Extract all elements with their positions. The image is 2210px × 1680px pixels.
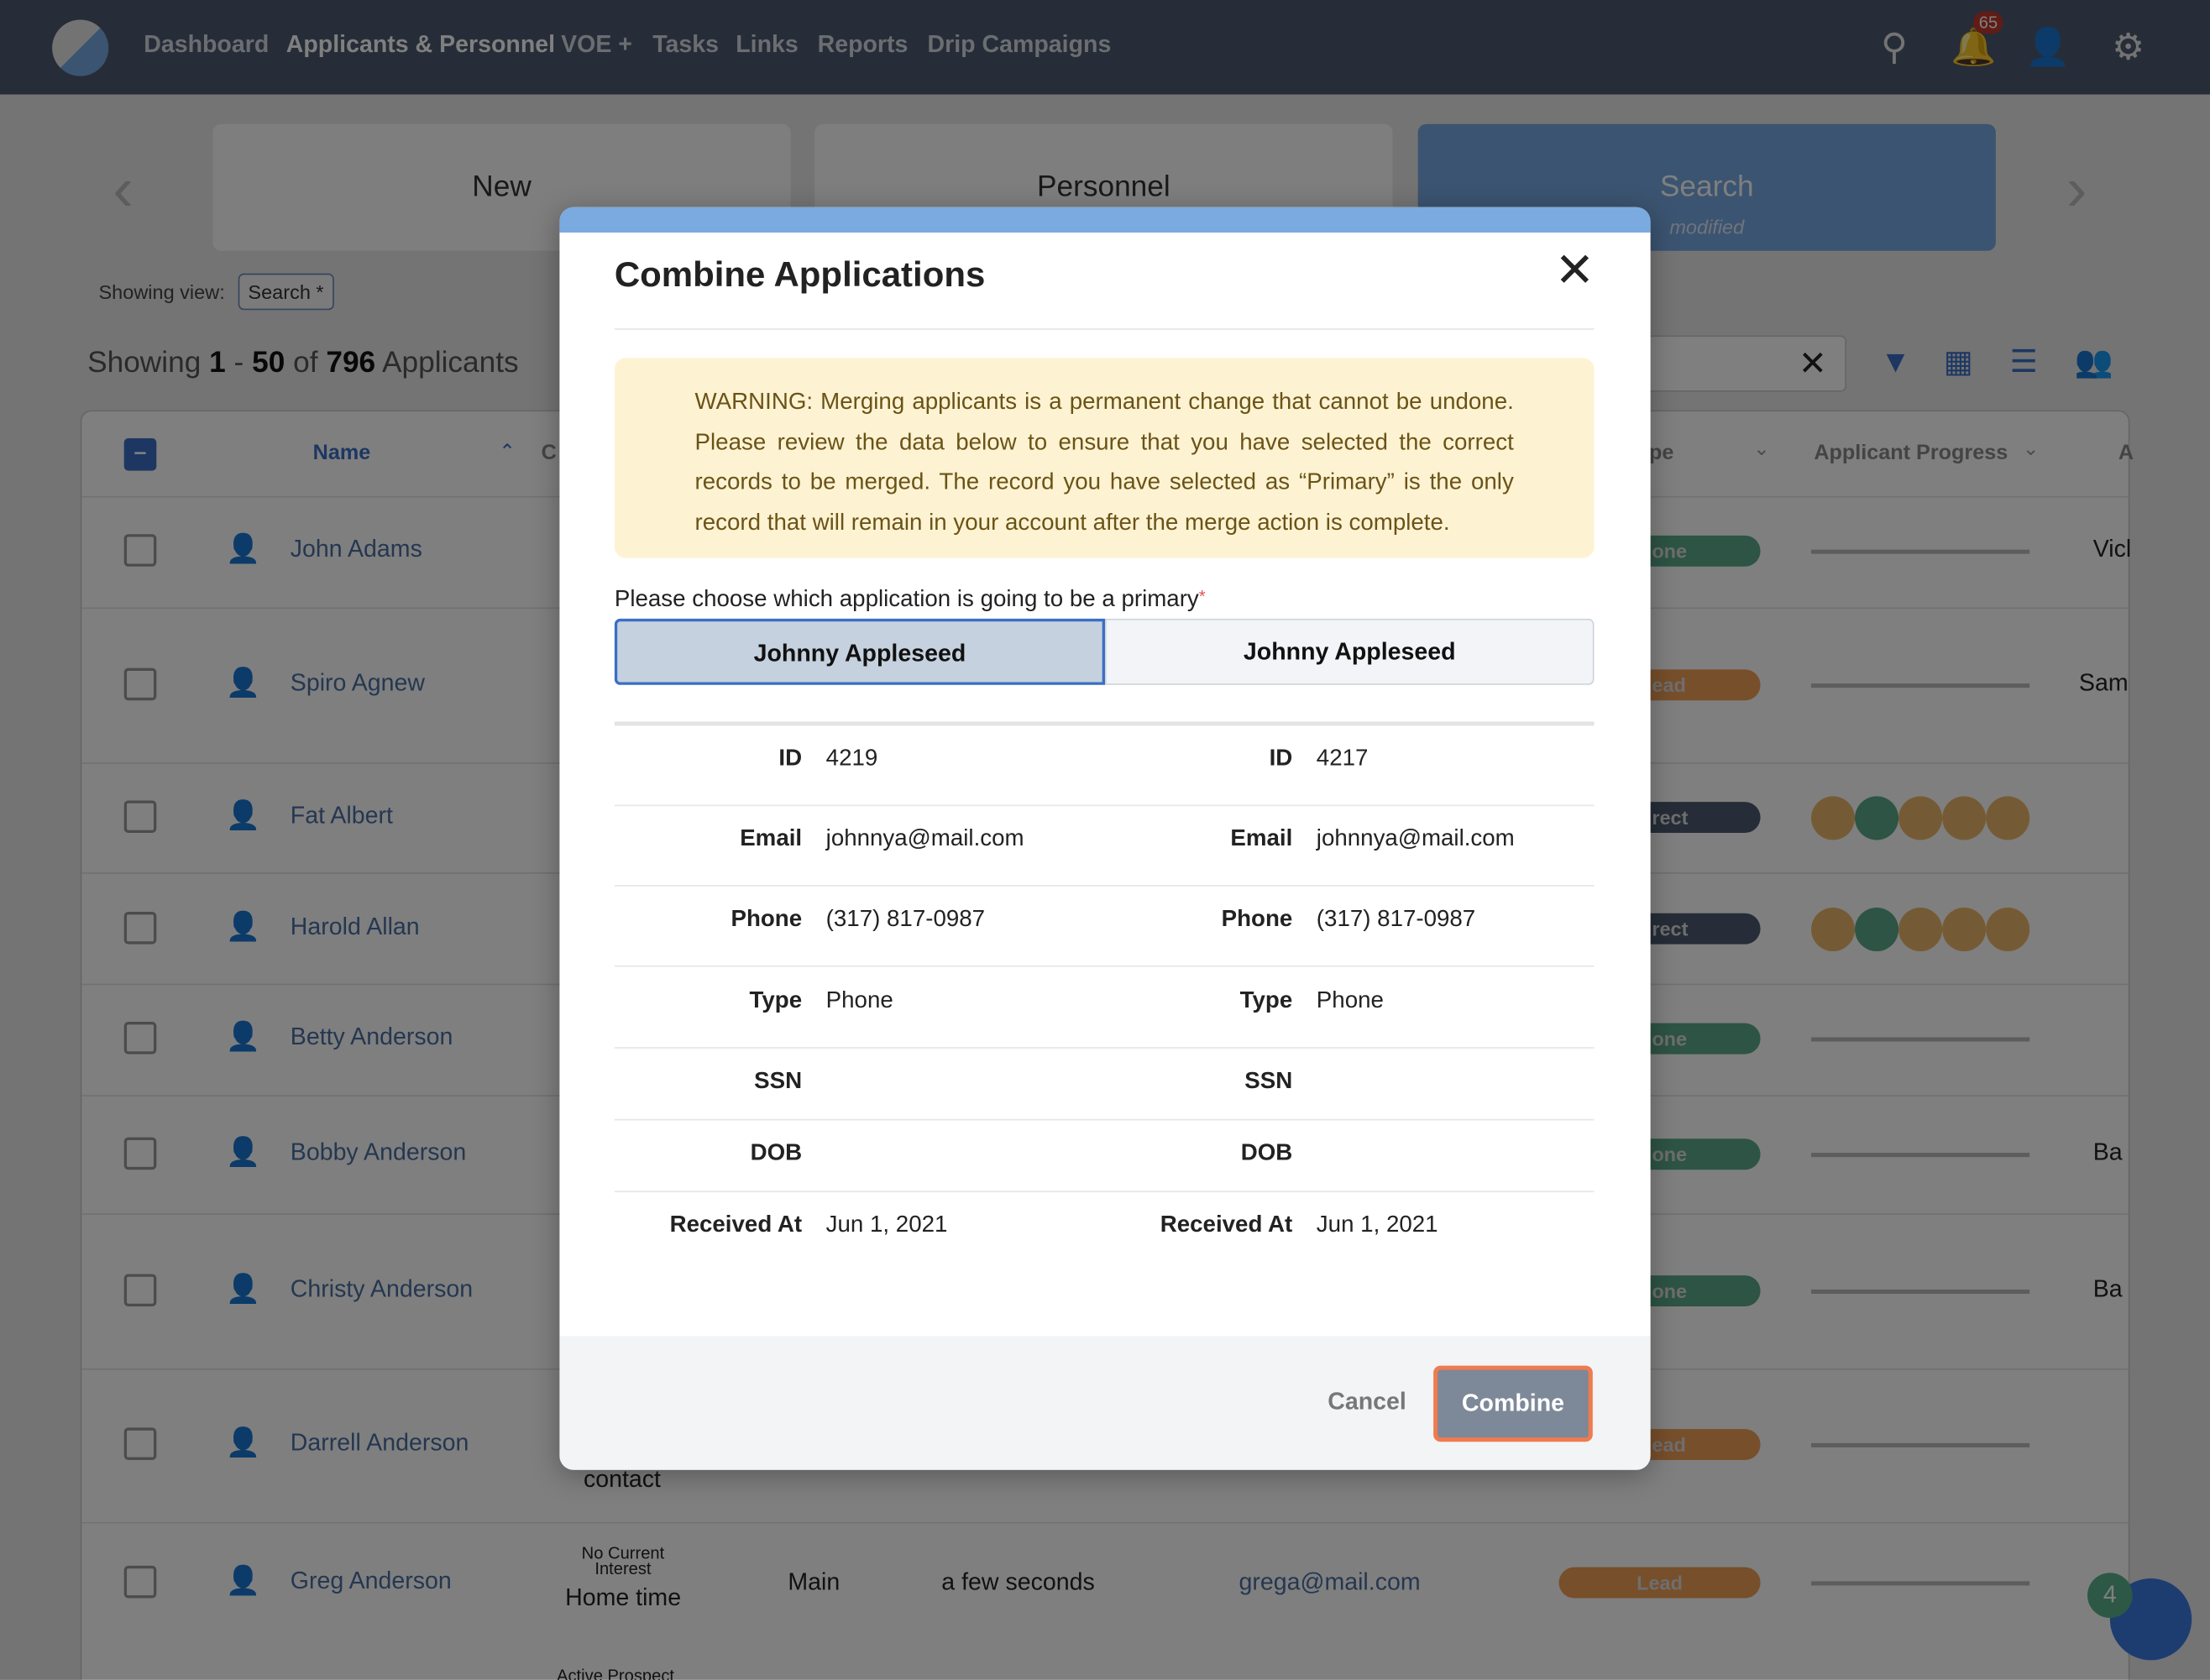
- divider: [614, 721, 1595, 726]
- field-value-left: johnnya@mail.com: [825, 825, 1024, 851]
- field-label: SSN: [1244, 1068, 1293, 1094]
- warning-box: WARNING: Merging applicants is a permane…: [614, 358, 1595, 558]
- field-value-left: Jun 1, 2021: [825, 1212, 948, 1238]
- required-mark: *: [1198, 586, 1206, 606]
- cancel-button[interactable]: Cancel: [1328, 1388, 1406, 1416]
- field-label: Received At: [669, 1212, 803, 1238]
- label-text: Please choose which application is going…: [614, 586, 1199, 612]
- field-label: Phone: [1221, 906, 1293, 932]
- modal-accent-bar: [559, 207, 1651, 233]
- field-value-right: Jun 1, 2021: [1316, 1212, 1438, 1238]
- divider: [614, 965, 1595, 967]
- combine-button[interactable]: Combine: [1433, 1365, 1593, 1442]
- divider: [614, 1047, 1595, 1049]
- primary-choice-label: Please choose which application is going…: [615, 586, 1206, 613]
- field-value-right: (317) 817-0987: [1316, 906, 1476, 932]
- divider: [614, 885, 1595, 887]
- combine-applications-modal: Combine Applications ✕ WARNING: Merging …: [559, 207, 1651, 1470]
- divider: [614, 1118, 1595, 1121]
- modal-title: Combine Applications: [614, 254, 986, 295]
- field-value-right: Phone: [1316, 987, 1384, 1013]
- primary-option-right[interactable]: Johnny Appleseed: [1105, 618, 1595, 685]
- field-label: Email: [1230, 825, 1293, 851]
- field-value-right: johnnya@mail.com: [1316, 825, 1515, 851]
- field-label: DOB: [1240, 1139, 1293, 1166]
- close-icon[interactable]: ✕: [1554, 247, 1595, 295]
- primary-option-left[interactable]: Johnny Appleseed: [614, 618, 1106, 685]
- field-value-left: 4219: [825, 745, 878, 772]
- field-label: Type: [749, 987, 803, 1013]
- field-label: DOB: [750, 1139, 803, 1166]
- divider: [614, 804, 1595, 807]
- divider: [614, 328, 1595, 330]
- field-value-left: Phone: [825, 987, 893, 1013]
- field-value-left: (317) 817-0987: [825, 906, 986, 932]
- field-label: ID: [778, 745, 803, 772]
- divider: [614, 1191, 1595, 1193]
- field-value-right: 4217: [1316, 745, 1369, 772]
- field-label: Phone: [731, 906, 803, 932]
- field-label: Received At: [1160, 1212, 1293, 1238]
- field-label: SSN: [754, 1068, 803, 1094]
- field-label: Type: [1239, 987, 1293, 1013]
- field-label: Email: [740, 825, 803, 851]
- app: Dashboard Applicants & Personnel VOE + T…: [0, 0, 2210, 1680]
- field-label: ID: [1269, 745, 1293, 772]
